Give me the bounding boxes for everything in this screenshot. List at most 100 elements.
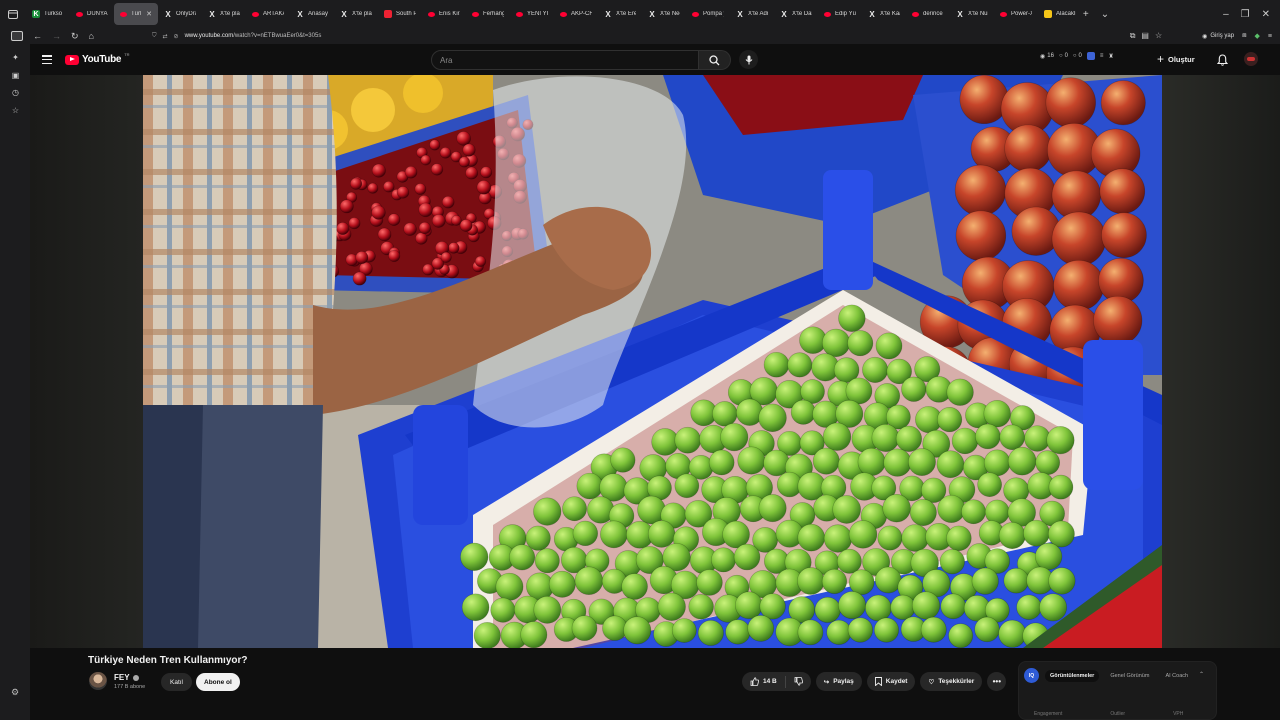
menu-icon[interactable]: ≡ xyxy=(1268,33,1272,40)
tab-overview[interactable]: Genel Görünüm xyxy=(1105,670,1154,682)
extensions-icon[interactable]: ⧈ xyxy=(1242,32,1246,40)
video-frame[interactable] xyxy=(143,75,1162,648)
tab-title: Pompa y xyxy=(703,11,724,17)
new-tab-button[interactable]: + xyxy=(1083,9,1089,20)
search-input[interactable]: Ara xyxy=(431,50,699,70)
channel-avatar[interactable] xyxy=(89,672,107,690)
cherry xyxy=(418,202,433,218)
browser-tab[interactable]: K Turkso xyxy=(26,3,70,25)
like-button[interactable]: 14 B xyxy=(742,675,786,688)
reload-icon[interactable]: ↻ xyxy=(71,31,79,42)
browser-tab[interactable]: X OnlyDrai xyxy=(158,3,202,25)
chevron-up-icon[interactable]: ⌃ xyxy=(1199,671,1204,678)
browser-tab[interactable]: ARTAKAL xyxy=(246,3,290,25)
tab-title: X'te Eren xyxy=(616,11,636,17)
sidebar-toggle-icon[interactable] xyxy=(11,31,23,41)
ai-sparkle-icon[interactable]: ✦ xyxy=(11,53,20,62)
save-button[interactable]: Kaydet xyxy=(866,672,916,691)
screenshot-icon[interactable]: ⧉ xyxy=(1130,31,1136,41)
tab-title: X'te Dail xyxy=(792,11,812,17)
green-plum xyxy=(534,548,560,574)
browser-tab[interactable]: X X'te Adri xyxy=(730,3,774,25)
tune-icon[interactable]: ⇄ xyxy=(163,33,168,40)
ext-stat-comments[interactable]: ○ 0 xyxy=(1073,53,1082,59)
apple xyxy=(1053,259,1105,311)
bookmark-star-icon[interactable]: ☆ xyxy=(1155,31,1162,41)
settings-gear-icon[interactable]: ⚙ xyxy=(11,687,19,698)
browser-tab[interactable]: Alacaklıo xyxy=(1038,3,1082,25)
tab-ai-coach[interactable]: AI Coach xyxy=(1160,670,1193,682)
tab-title: Power-X xyxy=(1011,11,1032,17)
url-field[interactable]: ⛉ ⇄ ⊘ www.youtube.com/watch?v=nETBwuaEer… xyxy=(152,33,1130,40)
browser-tab[interactable]: X X'te Nur xyxy=(950,3,994,25)
browser-tab[interactable]: Edip Yük xyxy=(818,3,862,25)
browser-tab[interactable]: Enis Kirai xyxy=(422,3,466,25)
youtube-logo[interactable]: YouTube TR xyxy=(65,52,130,65)
subscribe-button[interactable]: Abone ol xyxy=(196,673,240,691)
voice-search-button[interactable] xyxy=(739,50,758,69)
green-plum xyxy=(576,472,603,500)
browser-tab[interactable]: X X'te Nec xyxy=(642,3,686,25)
browser-tab[interactable]: Türkiy ✕ xyxy=(114,3,158,25)
browser-tab[interactable]: X X'te Eren xyxy=(598,3,642,25)
browser-tab[interactable]: South Pa xyxy=(378,3,422,25)
share-button[interactable]: ↪ Paylaş xyxy=(815,672,862,691)
vpn-icon[interactable]: ◆ xyxy=(1255,32,1260,40)
browser-tab[interactable]: X X'te Dail xyxy=(774,3,818,25)
tab-views[interactable]: Görüntülenmeler xyxy=(1045,669,1100,682)
youtube-favicon-icon xyxy=(76,11,83,17)
camera-off-icon[interactable]: ⊘ xyxy=(174,33,179,40)
channel-name[interactable]: FEY xyxy=(114,673,139,682)
browser-tab[interactable]: Ferhang xyxy=(466,3,510,25)
x-favicon-icon: X xyxy=(781,9,787,19)
back-arrow-icon[interactable]: ← xyxy=(33,31,42,41)
browser-tab[interactable]: X X'te plat xyxy=(202,3,246,25)
signin-button[interactable]: ◉ Giriş yap xyxy=(1202,33,1234,40)
green-plum xyxy=(901,524,929,552)
tab-title: derince i xyxy=(923,11,944,17)
home-icon[interactable]: ⌂ xyxy=(89,31,94,41)
youtube-favicon-icon xyxy=(428,11,435,17)
create-button[interactable]: + Oluştur xyxy=(1157,52,1195,66)
thanks-button[interactable]: ♡ Teşekkürler xyxy=(920,672,983,691)
search-button[interactable] xyxy=(699,50,731,70)
search-bar: Ara xyxy=(431,50,731,70)
browser-tab[interactable]: X Anasayfa xyxy=(290,3,334,25)
ext-stat-likes[interactable]: ○ 0 xyxy=(1059,53,1068,59)
join-button[interactable]: Katıl xyxy=(161,673,193,691)
ext-stat-views[interactable]: ◉ 16 xyxy=(1040,53,1054,60)
forward-arrow-icon[interactable]: → xyxy=(52,31,61,41)
minimize-button[interactable]: – xyxy=(1223,9,1229,20)
cherry xyxy=(352,271,367,286)
extension-blue-icon[interactable] xyxy=(1086,52,1095,60)
browser-tab[interactable]: X X'te Kaa xyxy=(862,3,906,25)
dislike-button[interactable] xyxy=(786,677,811,686)
verified-badge-icon xyxy=(132,674,139,681)
shield-icon[interactable]: ⛉ xyxy=(152,33,157,40)
wallet-icon[interactable]: ▣ xyxy=(11,71,20,80)
more-actions-button[interactable]: ••• xyxy=(987,672,1007,691)
video-player[interactable] xyxy=(30,75,1280,648)
close-tab-icon[interactable]: ✕ xyxy=(146,10,152,18)
notifications-bell-icon[interactable] xyxy=(1216,53,1229,71)
browser-tab[interactable]: DÜNYAI xyxy=(70,3,114,25)
guide-menu-icon[interactable] xyxy=(42,55,52,64)
workspaces-icon[interactable] xyxy=(0,0,26,28)
close-window-button[interactable]: ✕ xyxy=(1262,9,1270,20)
browser-tab[interactable]: AKP-CHP xyxy=(554,3,598,25)
trophy-icon[interactable]: ♜ xyxy=(1108,53,1113,60)
maximize-button[interactable]: ❐ xyxy=(1241,9,1250,20)
cherry xyxy=(383,181,395,193)
history-icon[interactable]: ◷ xyxy=(11,88,20,97)
browser-tab[interactable]: Pompa y xyxy=(686,3,730,25)
browser-tab[interactable]: X X'te plat xyxy=(334,3,378,25)
browser-tab[interactable]: Power-X xyxy=(994,3,1038,25)
tab-search-button[interactable]: ⌄ xyxy=(1101,9,1109,20)
bookmarks-icon[interactable]: ☆ xyxy=(11,106,20,115)
browser-tab[interactable]: derince i xyxy=(906,3,950,25)
browser-tab[interactable]: YENİ YIL xyxy=(510,3,554,25)
reader-icon[interactable]: ▤ xyxy=(1141,31,1149,41)
youtube-play-icon xyxy=(65,54,79,65)
account-avatar[interactable] xyxy=(1244,52,1258,66)
list-icon[interactable]: ≡ xyxy=(1100,53,1104,59)
